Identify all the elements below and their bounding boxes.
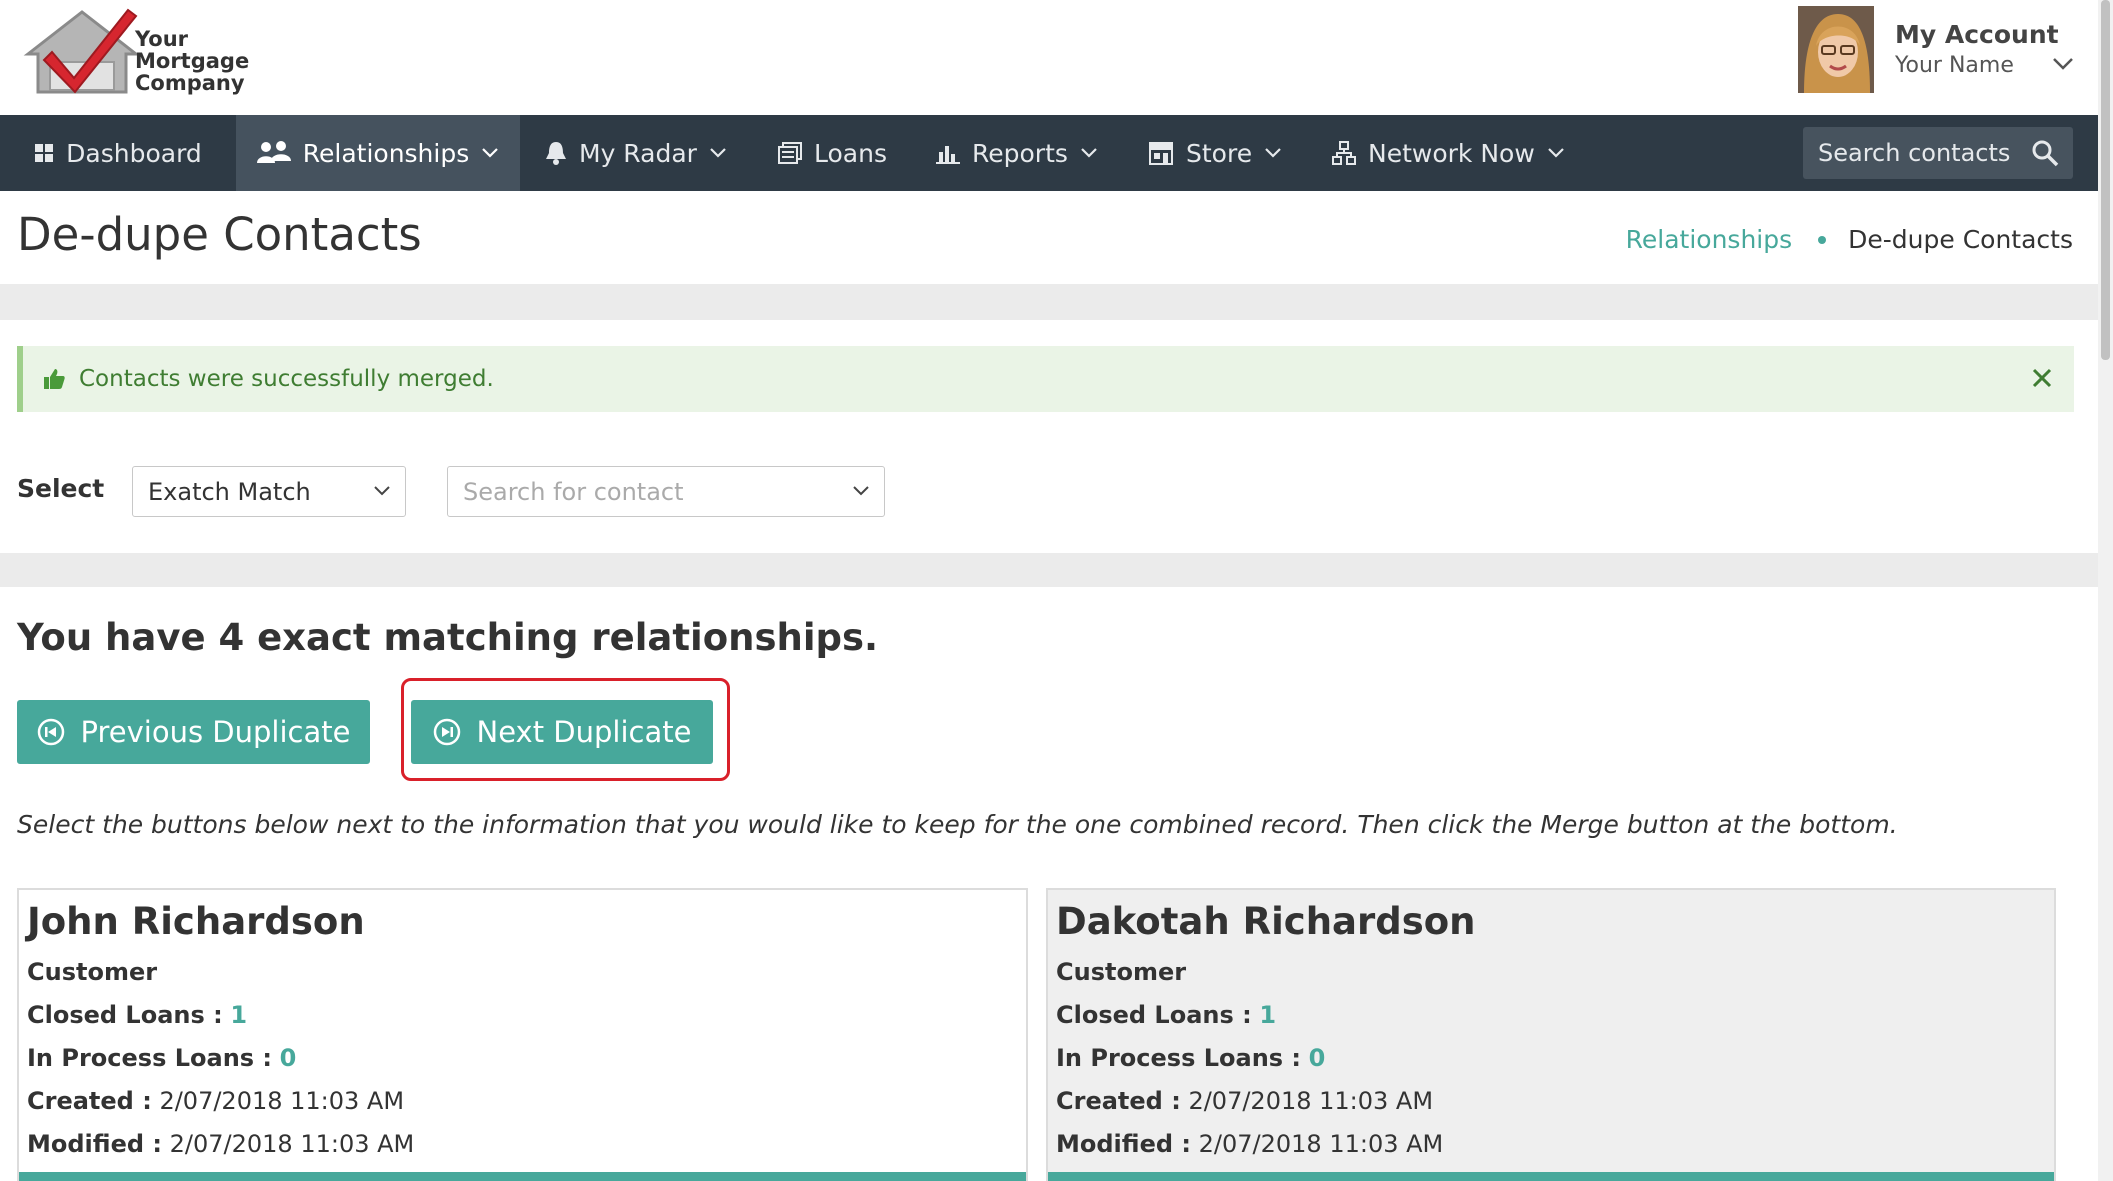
- chevron-down-icon[interactable]: [2052, 57, 2074, 71]
- logo-line: Your: [135, 27, 189, 51]
- nav-label: Relationships: [302, 138, 470, 168]
- logo-text: Your Mortgage Company: [135, 28, 249, 94]
- previous-duplicate-button[interactable]: Previous Duplicate: [17, 700, 370, 764]
- closed-loans-label: Closed Loans :: [27, 1001, 223, 1029]
- close-icon[interactable]: [2030, 366, 2054, 390]
- created-label: Created :: [1056, 1087, 1181, 1115]
- card-footer-bar: [19, 1172, 1026, 1181]
- match-type-select[interactable]: Exatch Match: [132, 466, 406, 517]
- nav-item-loans[interactable]: Loans: [778, 115, 887, 191]
- user-avatar[interactable]: [1798, 6, 1874, 93]
- account-title: My Account: [1895, 20, 2059, 49]
- annotation-highlight: [401, 678, 730, 781]
- closed-loans-row: Closed Loans : 1: [1056, 1001, 1276, 1029]
- app-header: Your Mortgage Company My Account Your Na…: [0, 0, 2113, 115]
- thumbs-up-icon: [44, 369, 65, 389]
- nav-item-dashboard[interactable]: Dashboard: [0, 115, 236, 191]
- breadcrumb-current: De-dupe Contacts: [1848, 225, 2073, 254]
- breadcrumb: Relationships De-dupe Contacts: [1626, 225, 2073, 254]
- contact-name: Dakotah Richardson: [1056, 900, 1476, 943]
- modified-label: Modified :: [1056, 1130, 1191, 1158]
- bell-icon: [546, 142, 566, 165]
- match-type-value: Exatch Match: [148, 477, 311, 506]
- section-divider: [0, 553, 2098, 587]
- created-row: Created : 2/07/2018 11:03 AM: [27, 1087, 404, 1115]
- page-title: De-dupe Contacts: [17, 208, 422, 261]
- breadcrumb-separator: [1818, 235, 1827, 244]
- modified-row: Modified : 2/07/2018 11:03 AM: [27, 1130, 414, 1158]
- chevron-down-icon: [1081, 148, 1097, 158]
- contact-search-select[interactable]: Search for contact: [447, 466, 885, 517]
- people-icon: [256, 141, 291, 163]
- my-account-menu[interactable]: My Account Your Name: [1895, 20, 2059, 78]
- nav-item-store[interactable]: Store: [1148, 115, 1282, 191]
- in-process-loans-label: In Process Loans :: [27, 1044, 273, 1072]
- nav-item-network-now[interactable]: Network Now: [1332, 115, 1565, 191]
- closed-loans-label: Closed Loans :: [1056, 1001, 1252, 1029]
- success-alert: Contacts were successfully merged.: [17, 346, 2074, 412]
- contact-name: John Richardson: [27, 900, 365, 943]
- search-placeholder: Search contacts: [1818, 139, 2011, 167]
- search-contacts-input[interactable]: Search contacts: [1803, 127, 2073, 179]
- store-icon: [1149, 142, 1173, 165]
- main-nav: Dashboard Relationships My Radar Loans R…: [0, 115, 2098, 191]
- contact-search-placeholder: Search for contact: [463, 477, 684, 506]
- contact-type: Customer: [27, 958, 157, 986]
- scrollbar-thumb[interactable]: [2101, 0, 2110, 360]
- bar-chart-icon: [936, 146, 960, 164]
- contact-card: Dakotah Richardson Customer Closed Loans…: [1046, 888, 2056, 1181]
- closed-loans-row: Closed Loans : 1: [27, 1001, 247, 1029]
- alert-message: Contacts were successfully merged.: [79, 366, 494, 392]
- in-process-loans-row: In Process Loans : 0: [1056, 1044, 1325, 1072]
- search-icon[interactable]: [2031, 139, 2059, 167]
- in-process-loans-row: In Process Loans : 0: [27, 1044, 296, 1072]
- network-icon: [1332, 141, 1356, 165]
- chevron-down-icon: [710, 148, 726, 158]
- dashboard-icon: [35, 144, 54, 162]
- chevron-down-icon: [1548, 148, 1564, 158]
- chevron-down-icon: [374, 486, 390, 496]
- created-row: Created : 2/07/2018 11:03 AM: [1056, 1087, 1433, 1115]
- breadcrumb-link-relationships[interactable]: Relationships: [1626, 225, 1793, 254]
- chevron-down-icon: [853, 486, 869, 496]
- modified-value: 2/07/2018 11:03 AM: [169, 1130, 415, 1158]
- in-process-loans-value: 0: [279, 1044, 297, 1072]
- section-divider: [0, 284, 2098, 320]
- contact-type-value: Customer: [27, 958, 158, 986]
- logo-line: Mortgage: [135, 49, 250, 73]
- contact-card: John Richardson Customer Closed Loans : …: [17, 888, 1028, 1181]
- nav-item-reports[interactable]: Reports: [936, 115, 1098, 191]
- closed-loans-value: 1: [230, 1001, 248, 1029]
- created-value: 2/07/2018 11:03 AM: [159, 1087, 405, 1115]
- nav-item-my-radar[interactable]: My Radar: [545, 115, 727, 191]
- nav-label: My Radar: [579, 138, 697, 168]
- in-process-loans-label: In Process Loans :: [1056, 1044, 1302, 1072]
- document-stack-icon: [778, 142, 802, 164]
- in-process-loans-value: 0: [1308, 1044, 1326, 1072]
- select-label: Select: [17, 474, 105, 503]
- match-summary-heading: You have 4 exact matching relationships.: [17, 616, 879, 659]
- created-value: 2/07/2018 11:03 AM: [1188, 1087, 1434, 1115]
- nav-label: Loans: [814, 138, 887, 168]
- merge-instructions: Select the buttons below next to the inf…: [17, 810, 1898, 839]
- card-footer-bar: [1048, 1172, 2054, 1181]
- chevron-down-icon: [482, 148, 499, 158]
- nav-label: Network Now: [1368, 138, 1535, 168]
- modified-row: Modified : 2/07/2018 11:03 AM: [1056, 1130, 1443, 1158]
- previous-duplicate-label: Previous Duplicate: [80, 715, 351, 749]
- closed-loans-value: 1: [1259, 1001, 1277, 1029]
- nav-label: Dashboard: [66, 138, 202, 168]
- chevron-down-icon: [1265, 148, 1281, 158]
- modified-label: Modified :: [27, 1130, 162, 1158]
- created-label: Created :: [27, 1087, 152, 1115]
- nav-item-relationships[interactable]: Relationships: [236, 115, 520, 191]
- contact-type-value: Customer: [1056, 958, 1187, 986]
- nav-label: Reports: [972, 138, 1068, 168]
- logo-line: Company: [135, 71, 245, 95]
- nav-label: Store: [1186, 138, 1253, 168]
- account-name: Your Name: [1895, 53, 2014, 78]
- skip-back-icon: [37, 718, 64, 746]
- contact-type: Customer: [1056, 958, 1186, 986]
- modified-value: 2/07/2018 11:03 AM: [1198, 1130, 1444, 1158]
